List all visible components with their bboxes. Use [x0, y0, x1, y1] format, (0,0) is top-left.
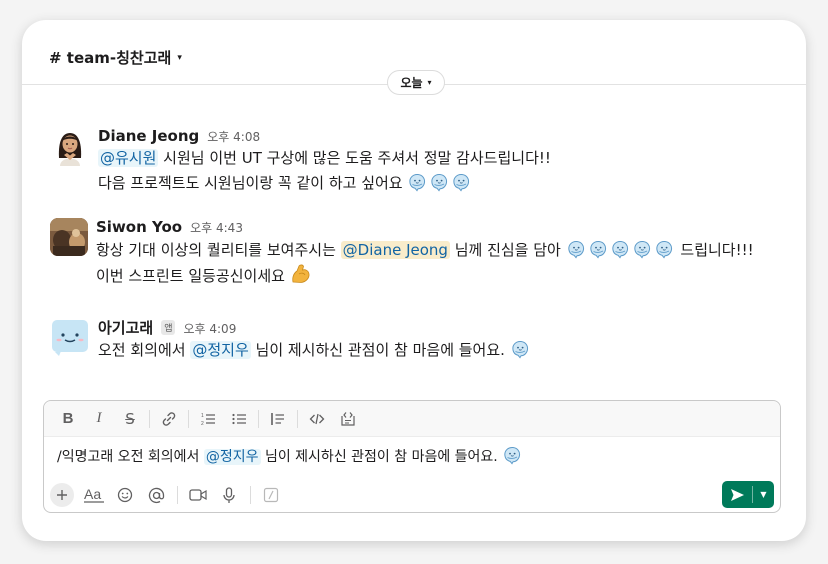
- date-divider-label: 오늘: [400, 76, 423, 90]
- user-mention[interactable]: @유시원: [98, 149, 159, 167]
- video-camera-icon: [189, 489, 207, 501]
- bulleted-list-button[interactable]: [225, 405, 253, 433]
- message-text: 시원님 이번 UT 구상에 많은 도움 주셔서 정말 감사드립니다!!: [158, 149, 551, 167]
- composer-text: /익명고래 오전 회의에서: [57, 449, 204, 465]
- message-line: 오전 회의에서 @정지우 님이 제시하신 관점이 참 마음에 들어요.: [98, 338, 532, 362]
- slash-command-icon: [263, 487, 279, 503]
- composer-text: 님이 제시하신 관점이 참 마음에 들어요.: [260, 449, 503, 465]
- avatar[interactable]: [51, 128, 89, 166]
- formatting-toolbar: B I S 12: [44, 401, 780, 437]
- message-text: 님께 진심을 담아: [449, 241, 566, 259]
- date-divider-button[interactable]: 오늘 ▾: [387, 70, 445, 95]
- code-block-icon: [341, 411, 355, 426]
- ordered-list-button[interactable]: 12: [194, 405, 222, 433]
- plus-icon: [57, 490, 67, 500]
- message-text: 항상 기대 이상의 퀄리티를 보여주시는: [96, 241, 341, 259]
- italic-button[interactable]: I: [85, 405, 113, 433]
- shortcuts-button[interactable]: [257, 481, 285, 509]
- bulleted-list-icon: [232, 413, 246, 424]
- ordered-list-icon: 12: [201, 413, 215, 427]
- whale-emoji: [588, 239, 608, 259]
- channel-name-button[interactable]: # team-칭찬고래 ▾: [49, 47, 182, 68]
- whale-emoji: [610, 239, 630, 259]
- whale-emoji: [632, 239, 652, 259]
- schedule-send-menu-button[interactable]: ▼: [753, 481, 774, 508]
- send-button[interactable]: [722, 481, 752, 508]
- message-line: 항상 기대 이상의 퀄리티를 보여주시는 @Diane Jeong 님께 진심을…: [96, 238, 754, 262]
- channel-name: # team-칭찬고래: [49, 49, 172, 67]
- chevron-down-icon: ▼: [760, 490, 767, 499]
- record-video-button[interactable]: [184, 481, 212, 509]
- avatar[interactable]: [50, 218, 88, 256]
- send-button-group: ▼: [722, 481, 774, 508]
- message-line: @유시원 시원님 이번 UT 구상에 많은 도움 주셔서 정말 감사드립니다!!: [98, 146, 551, 170]
- author-name[interactable]: Diane Jeong: [98, 127, 199, 145]
- emoji-button[interactable]: [111, 481, 139, 509]
- mention-button[interactable]: [142, 481, 170, 509]
- add-attachment-button[interactable]: [50, 483, 74, 507]
- whale-emoji: [510, 339, 530, 359]
- app-window: # team-칭찬고래 ▾ 오늘 ▾ Diane Jeong 오후 4:08 @…: [22, 20, 806, 541]
- message-composer: B I S 12 /익명고래 오전 회의에서 @정지우 님이 제시하신 관점이 …: [43, 400, 781, 513]
- blockquote-button[interactable]: [264, 405, 292, 433]
- whale-emoji: [566, 239, 586, 259]
- svg-text:2: 2: [201, 421, 204, 427]
- whale-emoji: [451, 172, 471, 192]
- svg-text:1: 1: [201, 413, 204, 419]
- toolbar-divider: [149, 409, 150, 428]
- avatar[interactable]: [51, 318, 89, 356]
- whale-bot-avatar-image: [52, 320, 88, 356]
- record-audio-button[interactable]: [215, 481, 243, 509]
- send-icon: [730, 488, 744, 501]
- author-name[interactable]: 아기고래: [98, 317, 153, 338]
- chevron-down-icon: ▾: [427, 78, 432, 87]
- bold-button[interactable]: B: [54, 405, 82, 433]
- author-name[interactable]: Siwon Yoo: [96, 218, 182, 236]
- text-format-icon: Aa: [84, 486, 104, 503]
- message-line: 다음 프로젝트도 시원님이랑 꼭 같이 하고 싶어요: [98, 171, 473, 195]
- toolbar-divider: [250, 486, 251, 504]
- message-text: 다음 프로젝트도 시원님이랑 꼭 같이 하고 싶어요: [98, 174, 408, 192]
- timestamp[interactable]: 오후 4:08: [207, 128, 260, 145]
- timestamp[interactable]: 오후 4:09: [183, 320, 236, 337]
- whale-emoji: [654, 239, 674, 259]
- whale-emoji: [502, 445, 522, 465]
- whale-emoji: [429, 172, 449, 192]
- user-mention[interactable]: @정지우: [203, 449, 261, 465]
- microphone-icon: [223, 486, 235, 503]
- message-text: 님이 제시하신 관점이 참 마음에 들어요.: [250, 341, 510, 359]
- toolbar-divider: [188, 409, 189, 428]
- toolbar-divider: [177, 486, 178, 504]
- message-text: 이번 스프린트 일등공신이세요: [96, 267, 290, 285]
- whale-emoji: [407, 172, 427, 192]
- app-badge: 앱: [161, 320, 176, 335]
- link-button[interactable]: [155, 405, 183, 433]
- toolbar-divider: [297, 409, 298, 428]
- timestamp[interactable]: 오후 4:43: [190, 219, 243, 236]
- user-mention[interactable]: @정지우: [190, 341, 251, 359]
- code-icon: [309, 413, 325, 424]
- strikethrough-button[interactable]: S: [116, 405, 144, 433]
- at-sign-icon: [148, 487, 164, 503]
- svg-text:Aa: Aa: [84, 486, 101, 502]
- link-icon: [162, 411, 176, 426]
- message-line: 이번 스프린트 일등공신이세요: [96, 263, 312, 288]
- flexed-biceps-emoji: [292, 264, 310, 283]
- composer-actions: Aa: [50, 481, 780, 509]
- message-text: 드립니다!!!: [675, 241, 754, 259]
- message-input[interactable]: /익명고래 오전 회의에서 @정지우 님이 제시하신 관점이 참 마음에 들어요…: [57, 445, 524, 469]
- user-mention[interactable]: @Diane Jeong: [340, 241, 450, 259]
- code-block-button[interactable]: [334, 405, 362, 433]
- avatar-memoji-image: [58, 133, 82, 166]
- blockquote-icon: [271, 412, 284, 425]
- code-button[interactable]: [303, 405, 331, 433]
- formatting-toggle-button[interactable]: Aa: [80, 481, 108, 509]
- toolbar-divider: [258, 409, 259, 428]
- chevron-down-icon: ▾: [177, 52, 182, 63]
- avatar-photo-image: [50, 218, 88, 256]
- smiley-icon: [117, 487, 133, 503]
- message-text: 오전 회의에서: [98, 341, 191, 359]
